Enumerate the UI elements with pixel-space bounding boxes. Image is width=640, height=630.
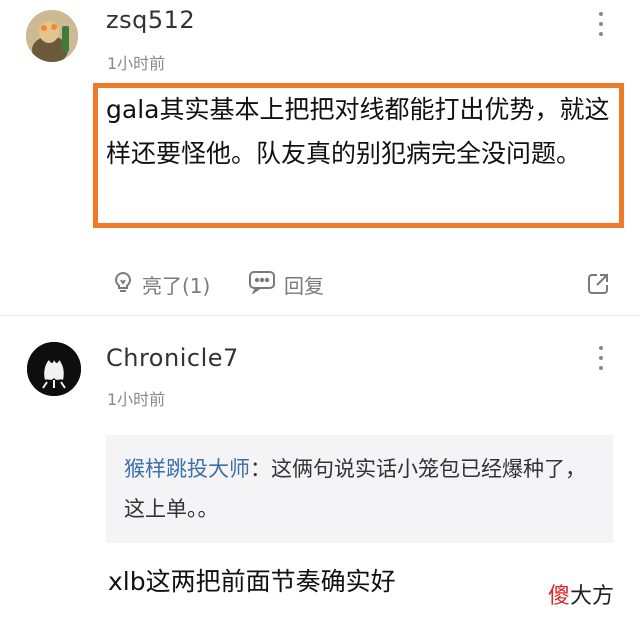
watermark-rest: 大方 <box>570 584 615 609</box>
like-button[interactable]: 亮了(1) <box>112 270 210 299</box>
username[interactable]: zsq512 <box>106 6 195 34</box>
timestamp: 1小时前 <box>107 390 166 409</box>
reply-button[interactable]: 回复 <box>248 270 324 299</box>
reply-label: 回复 <box>284 274 324 298</box>
avatar[interactable] <box>27 342 81 396</box>
like-label: 亮了(1) <box>142 274 211 298</box>
chat-bubble-icon <box>248 270 276 299</box>
watermark: 傻大方 <box>548 578 614 610</box>
quote-author[interactable]: 猴样跳投大师 <box>124 457 250 481</box>
share-icon[interactable] <box>585 271 611 301</box>
more-vertical-icon[interactable] <box>597 12 605 36</box>
divider <box>0 315 640 316</box>
timestamp: 1小时前 <box>107 54 166 73</box>
quoted-comment[interactable]: 猴样跳投大师：这俩句说实话小笼包已经爆种了，这上单。。 <box>106 435 613 543</box>
lightbulb-icon <box>112 270 134 299</box>
avatar[interactable] <box>26 10 78 62</box>
comment-text: gala其实基本上把把对线都能打出优势，就这样还要怪他。队友真的别犯病完全没问题… <box>106 95 610 168</box>
more-vertical-icon[interactable] <box>597 346 605 370</box>
comment-text: xlb这两把前面节奏确实好 <box>108 567 396 596</box>
watermark-first-char: 傻 <box>548 584 571 609</box>
username[interactable]: Chronicle7 <box>106 344 239 372</box>
quote-separator: ： <box>250 457 271 481</box>
